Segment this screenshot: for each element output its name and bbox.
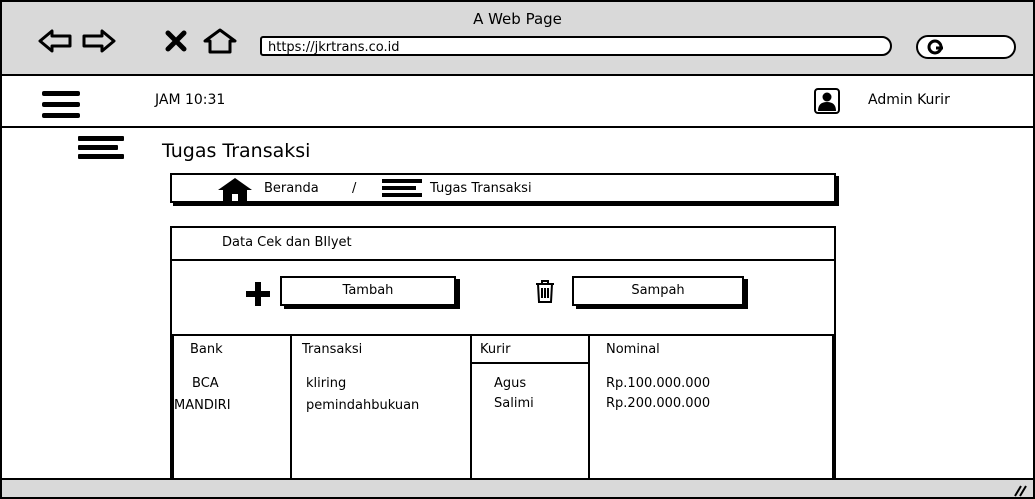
- table-cell: pemindahbukuan: [306, 398, 420, 413]
- trash-button[interactable]: Sampah: [572, 276, 744, 306]
- table-cell: Rp.200.000.000: [606, 396, 711, 411]
- browser-toolbar: A Web Page https://jkrtrans.co.id: [2, 2, 1033, 76]
- page-title: Tugas Transaksi: [162, 140, 311, 162]
- list-icon: [382, 179, 422, 199]
- header-divider: [472, 362, 588, 364]
- table-cell: MANDIRI: [174, 398, 231, 413]
- table-cell: Salimi: [494, 396, 534, 411]
- breadcrumb-current: Tugas Transaksi: [430, 181, 532, 196]
- list-icon: [78, 136, 124, 160]
- table-column-nominal: Nominal Rp.100.000.000 Rp.200.000.000: [588, 334, 834, 484]
- url-input[interactable]: https://jkrtrans.co.id: [260, 36, 892, 56]
- home-icon[interactable]: [216, 177, 254, 203]
- data-table: Bank BCA MANDIRI Transaksi kliring pemin…: [172, 334, 834, 484]
- resize-grip-icon[interactable]: [1011, 482, 1027, 497]
- back-arrow-icon[interactable]: [38, 28, 72, 54]
- column-header-bank: Bank: [190, 342, 223, 357]
- close-icon[interactable]: [162, 28, 190, 54]
- table-column-transaksi: Transaksi kliring pemindahbukuan: [290, 334, 472, 484]
- user-icon[interactable]: [814, 88, 840, 114]
- column-header-kurir: Kurir: [480, 342, 511, 357]
- card-header: Data Cek dan BIlyet: [172, 228, 834, 261]
- user-name-label[interactable]: Admin Kurir: [868, 92, 950, 108]
- app-header: JAM 10:31 Admin Kurir: [2, 76, 1033, 128]
- table-cell: Agus: [494, 376, 527, 391]
- home-icon[interactable]: [202, 28, 238, 54]
- search-icon: [927, 39, 943, 55]
- browser-title: A Web Page: [473, 10, 562, 28]
- table-column-bank: Bank BCA MANDIRI: [172, 334, 292, 484]
- table-column-kurir: Kurir Agus Salimi: [470, 334, 590, 484]
- add-button[interactable]: Tambah: [280, 276, 456, 306]
- column-header-transaksi: Transaksi: [302, 342, 363, 357]
- table-cell: kliring: [306, 376, 347, 391]
- table-cell: Rp.100.000.000: [606, 376, 711, 391]
- clock-label: JAM 10:31: [155, 92, 226, 108]
- status-bar: [2, 478, 1033, 497]
- menu-icon[interactable]: [42, 91, 80, 118]
- search-field[interactable]: [916, 35, 1016, 59]
- plus-icon[interactable]: [244, 280, 272, 308]
- browser-window: A Web Page https://jkrtrans.co.id JAM 10…: [0, 0, 1035, 499]
- table-cell: BCA: [192, 376, 219, 391]
- column-header-nominal: Nominal: [606, 342, 660, 357]
- card-title: Data Cek dan BIlyet: [222, 235, 352, 250]
- data-card: Data Cek dan BIlyet Tambah Sampah Bank B…: [170, 226, 836, 486]
- breadcrumb-separator: /: [352, 181, 357, 196]
- breadcrumb-home-link[interactable]: Beranda: [264, 181, 319, 196]
- forward-arrow-icon[interactable]: [82, 28, 116, 54]
- trash-icon[interactable]: [534, 278, 556, 304]
- breadcrumb: Beranda / Tugas Transaksi: [170, 173, 836, 203]
